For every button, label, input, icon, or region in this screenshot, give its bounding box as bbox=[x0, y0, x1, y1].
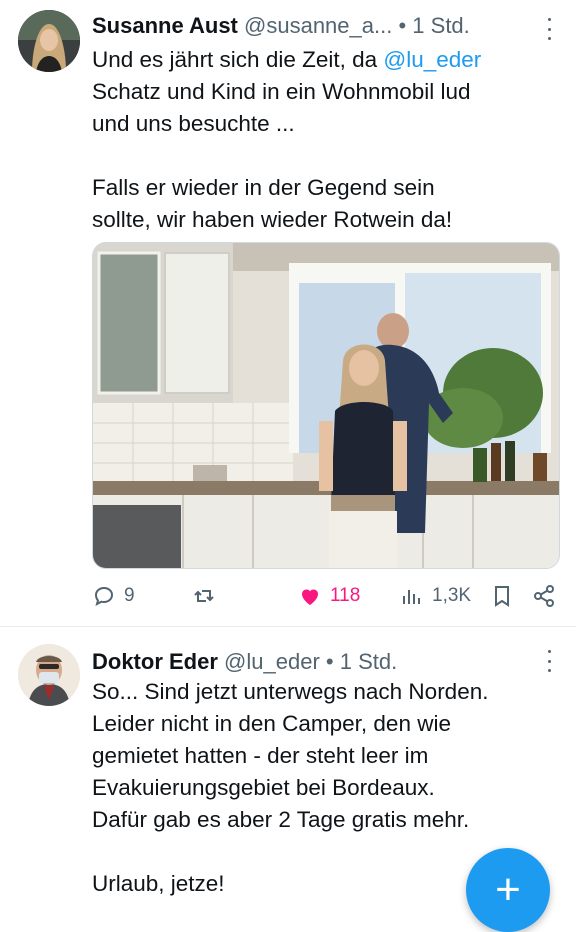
retweet-icon bbox=[194, 590, 214, 602]
timestamp[interactable]: 1 Std. bbox=[412, 13, 469, 38]
like-count: 118 bbox=[330, 585, 361, 606]
views-icon bbox=[403, 590, 420, 604]
bookmark-icon bbox=[495, 586, 509, 607]
text-line: und uns besuchte ... bbox=[92, 111, 295, 136]
tweet-header: Susanne Aust @susanne_a... • 1 Std. bbox=[92, 12, 470, 40]
text-line: Evakuierungsgebiet bei Bordeaux. bbox=[92, 775, 435, 800]
text-line: Leider nicht in den Camper, den wie bbox=[92, 711, 451, 736]
reply-count: 9 bbox=[124, 585, 135, 606]
author-name[interactable]: Doktor Eder bbox=[92, 649, 218, 674]
author-handle[interactable]: @lu_eder bbox=[224, 649, 320, 674]
retweet-button[interactable] bbox=[192, 580, 224, 612]
text-line: So... Sind jetzt unterwegs nach Norden. bbox=[92, 679, 489, 704]
text-line: gemietet hatten - der steht leer im bbox=[92, 743, 429, 768]
more-icon[interactable] bbox=[544, 650, 554, 672]
tweet-header: Doktor Eder @lu_eder • 1 Std. bbox=[92, 648, 397, 676]
tweet-text: Und es jährt sich die Zeit, da @lu_eder … bbox=[92, 44, 562, 236]
separator-dot: • bbox=[325, 649, 334, 674]
separator-dot: • bbox=[398, 13, 407, 38]
text-line: sollte, wir haben wieder Rotwein da! bbox=[92, 207, 453, 232]
text-line: Dafür gab es aber 2 Tage gratis mehr. bbox=[92, 807, 470, 832]
avatar[interactable] bbox=[18, 644, 80, 706]
text-line: Schatz und Kind in ein Wohnmobil lud bbox=[92, 79, 471, 104]
text-line: Und es jährt sich die Zeit, da @lu_eder bbox=[92, 47, 482, 72]
author-name[interactable]: Susanne Aust bbox=[92, 13, 238, 38]
tweet[interactable]: Susanne Aust @susanne_a... • 1 Std. Und … bbox=[0, 0, 576, 625]
compose-plus-icon: + bbox=[495, 865, 521, 914]
reply-icon bbox=[94, 586, 114, 606]
mention-link[interactable]: @lu_eder bbox=[383, 47, 481, 72]
compose-button[interactable]: + bbox=[466, 848, 550, 932]
share-icon bbox=[534, 585, 554, 607]
author-handle[interactable]: @susanne_a... bbox=[244, 13, 392, 38]
reply-button[interactable]: 9 bbox=[92, 580, 135, 612]
avatar[interactable] bbox=[18, 10, 80, 72]
tweet-divider bbox=[0, 626, 576, 627]
like-button[interactable]: 118 bbox=[298, 580, 360, 612]
views-button[interactable]: 1,3K bbox=[400, 580, 471, 612]
tweet-photo[interactable] bbox=[92, 242, 560, 569]
action-bar: 9 118 1,3K bbox=[92, 580, 562, 612]
share-button[interactable] bbox=[532, 580, 556, 612]
views-count: 1,3K bbox=[432, 585, 472, 606]
timestamp[interactable]: 1 Std. bbox=[340, 649, 397, 674]
bookmark-button[interactable] bbox=[490, 580, 514, 612]
text-line: Falls er wieder in der Gegend sein bbox=[92, 175, 435, 200]
more-icon[interactable] bbox=[544, 18, 554, 40]
heart-icon bbox=[302, 589, 318, 605]
